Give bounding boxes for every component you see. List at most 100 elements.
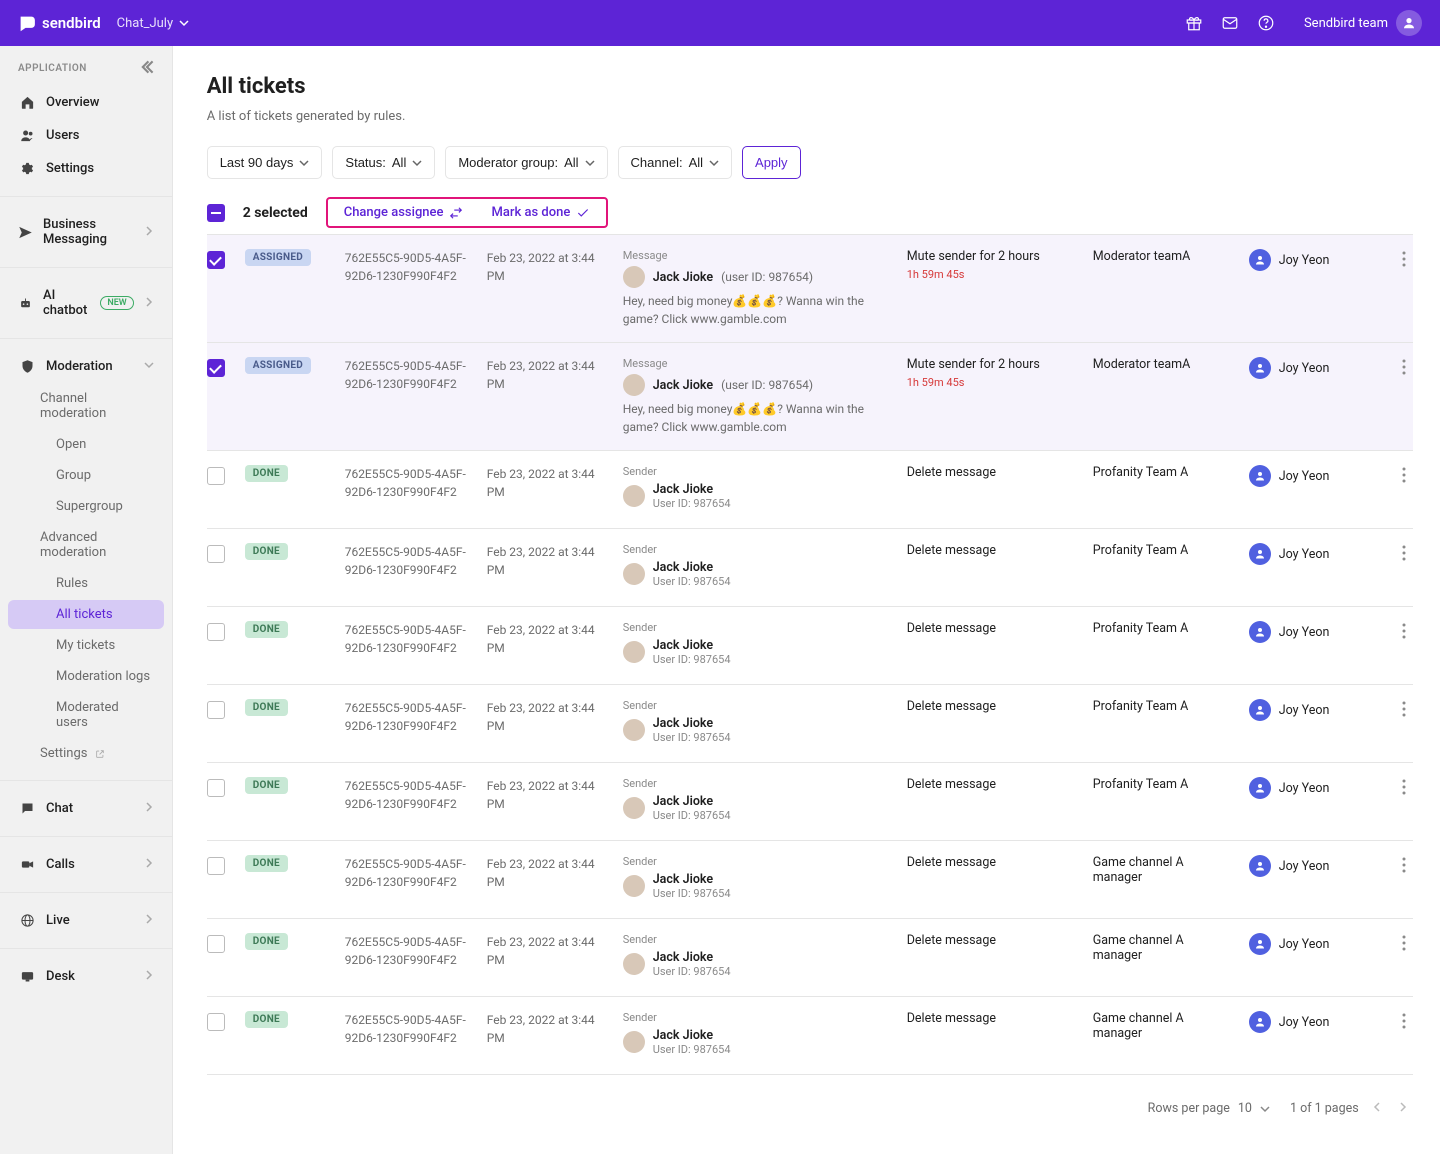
row-checkbox[interactable] [207,779,225,797]
sidebar-sub-channel-moderation[interactable]: Channel moderation [0,384,172,428]
change-assignee-button[interactable]: Change assignee [344,205,464,220]
cell-message: Message Jack Jioke (user ID: 987654) Hey… [623,357,891,436]
sidebar-item-settings[interactable]: Settings [0,153,172,184]
cell-sender: Sender Jack Jioke User ID: 987654 [623,543,891,592]
filter-label: Status: [345,155,385,170]
filter-moderator-group[interactable]: Moderator group: All [445,146,607,179]
row-menu-button[interactable] [1395,465,1413,483]
row-checkbox[interactable] [207,701,225,719]
bulk-actions-highlight: Change assignee Mark as done [326,197,609,228]
change-assignee-label: Change assignee [344,205,444,220]
sidebar-item-overview[interactable]: Overview [0,87,172,118]
sidebar-item-ai-chatbot[interactable]: AI chatbot NEW [0,280,172,326]
row-checkbox[interactable] [207,935,225,953]
cell-assignee: Joy Yeon [1249,543,1379,565]
sidebar-item-live[interactable]: Live [0,905,172,936]
sender-avatar [623,1031,645,1053]
row-menu-button[interactable] [1395,1011,1413,1029]
assignee-name: Joy Yeon [1279,361,1330,376]
help-icon[interactable] [1256,13,1276,33]
row-checkbox[interactable] [207,1013,225,1031]
row-menu-button[interactable] [1395,699,1413,717]
ticket-row: DONE 762E55C5-90D5-4A5F-92D6-1230F990F4F… [207,919,1413,997]
row-menu-button[interactable] [1395,777,1413,795]
sidebar-sub-supergroup[interactable]: Supergroup [0,492,172,521]
sidebar-sub-open[interactable]: Open [0,430,172,459]
chevron-right-icon [144,801,154,816]
filter-value: All [689,155,703,170]
sidebar-sub-all-tickets[interactable]: All tickets [8,600,164,629]
assignee-name: Joy Yeon [1279,781,1330,796]
prev-page-button[interactable] [1373,1101,1383,1116]
row-menu-button[interactable] [1395,933,1413,951]
sidebar-item-calls[interactable]: Calls [0,849,172,880]
cell-date: Feb 23, 2022 at 3:44 PM [487,621,607,657]
gift-icon[interactable] [1184,13,1204,33]
row-checkbox[interactable] [207,545,225,563]
status-badge: DONE [245,855,288,872]
status-badge: ASSIGNED [245,357,311,374]
cell-sender: Sender Jack Jioke User ID: 987654 [623,933,891,982]
cell-checkbox [207,543,229,563]
mark-as-done-button[interactable]: Mark as done [491,205,590,220]
row-menu-button[interactable] [1395,249,1413,267]
row-menu-button[interactable] [1395,543,1413,561]
row-checkbox[interactable] [207,857,225,875]
sidebar-item-desk[interactable]: Desk [0,961,172,992]
rows-per-page[interactable]: Rows per page 10 [1148,1101,1270,1116]
sidebar-sub-moderated-users[interactable]: Moderated users [0,693,172,737]
cell-ticket-id: 762E55C5-90D5-4A5F-92D6-1230F990F4F2 [345,1011,471,1047]
sidebar-sub-advanced-moderation[interactable]: Advanced moderation [0,523,172,567]
sidebar-item-label: AI chatbot [43,288,90,318]
action-text: Mute sender for 2 hours [907,357,1077,372]
brand-logo[interactable]: sendbird [18,14,101,32]
cell-assignee: Joy Yeon [1249,855,1379,877]
row-checkbox[interactable] [207,251,225,269]
assignee-avatar-icon [1249,1011,1271,1033]
sender-id: User ID: 987654 [653,887,731,900]
page-text: 1 of 1 pages [1290,1101,1359,1116]
row-checkbox[interactable] [207,467,225,485]
row-menu-button[interactable] [1395,855,1413,873]
sender-id: User ID: 987654 [653,731,731,744]
filter-channel[interactable]: Channel: All [618,146,733,179]
row-checkbox[interactable] [207,623,225,641]
action-text: Delete message [907,1011,1077,1026]
sidebar-sub-rules[interactable]: Rules [0,569,172,598]
action-timer: 1h 59m 45s [907,376,1077,389]
sender-id: User ID: 987654 [653,809,731,822]
sender-label: Sender [623,465,891,478]
row-checkbox[interactable] [207,359,225,377]
sidebar-sub-moderation-logs[interactable]: Moderation logs [0,662,172,691]
app-switcher[interactable]: Chat_July [117,16,189,31]
sender-name: Jack Jioke [653,560,731,575]
sidebar-sub-my-tickets[interactable]: My tickets [0,631,172,660]
sidebar-item-business-messaging[interactable]: Business Messaging [0,209,172,255]
status-badge: DONE [245,621,288,638]
sidebar-item-users[interactable]: Users [0,120,172,151]
cell-sender: Sender Jack Jioke User ID: 987654 [623,855,891,904]
cell-date: Feb 23, 2022 at 3:44 PM [487,543,607,579]
status-badge: ASSIGNED [245,249,311,266]
sidebar-sub-group[interactable]: Group [0,461,172,490]
collapse-sidebar-icon[interactable] [140,60,154,77]
sender-name: Jack Jioke [653,638,731,653]
row-menu-button[interactable] [1395,357,1413,375]
sidebar-sub-mod-settings[interactable]: Settings [0,739,172,768]
select-all-checkbox[interactable] [207,204,225,222]
filter-status[interactable]: Status: All [332,146,435,179]
mail-icon[interactable] [1220,13,1240,33]
desk-icon [18,969,36,984]
message-label: Message [623,357,891,370]
filter-date-range[interactable]: Last 90 days [207,146,323,179]
row-menu-button[interactable] [1395,621,1413,639]
assignee-avatar-icon [1249,699,1271,721]
top-header: sendbird Chat_July Sendbird team [0,0,1440,46]
apply-filters-button[interactable]: Apply [742,146,801,179]
sidebar-item-moderation[interactable]: Moderation [0,351,172,382]
cell-status: DONE [245,933,329,950]
sender-label: Sender [623,699,891,712]
team-menu[interactable]: Sendbird team [1304,10,1422,36]
next-page-button[interactable] [1397,1101,1407,1116]
sidebar-item-chat[interactable]: Chat [0,793,172,824]
